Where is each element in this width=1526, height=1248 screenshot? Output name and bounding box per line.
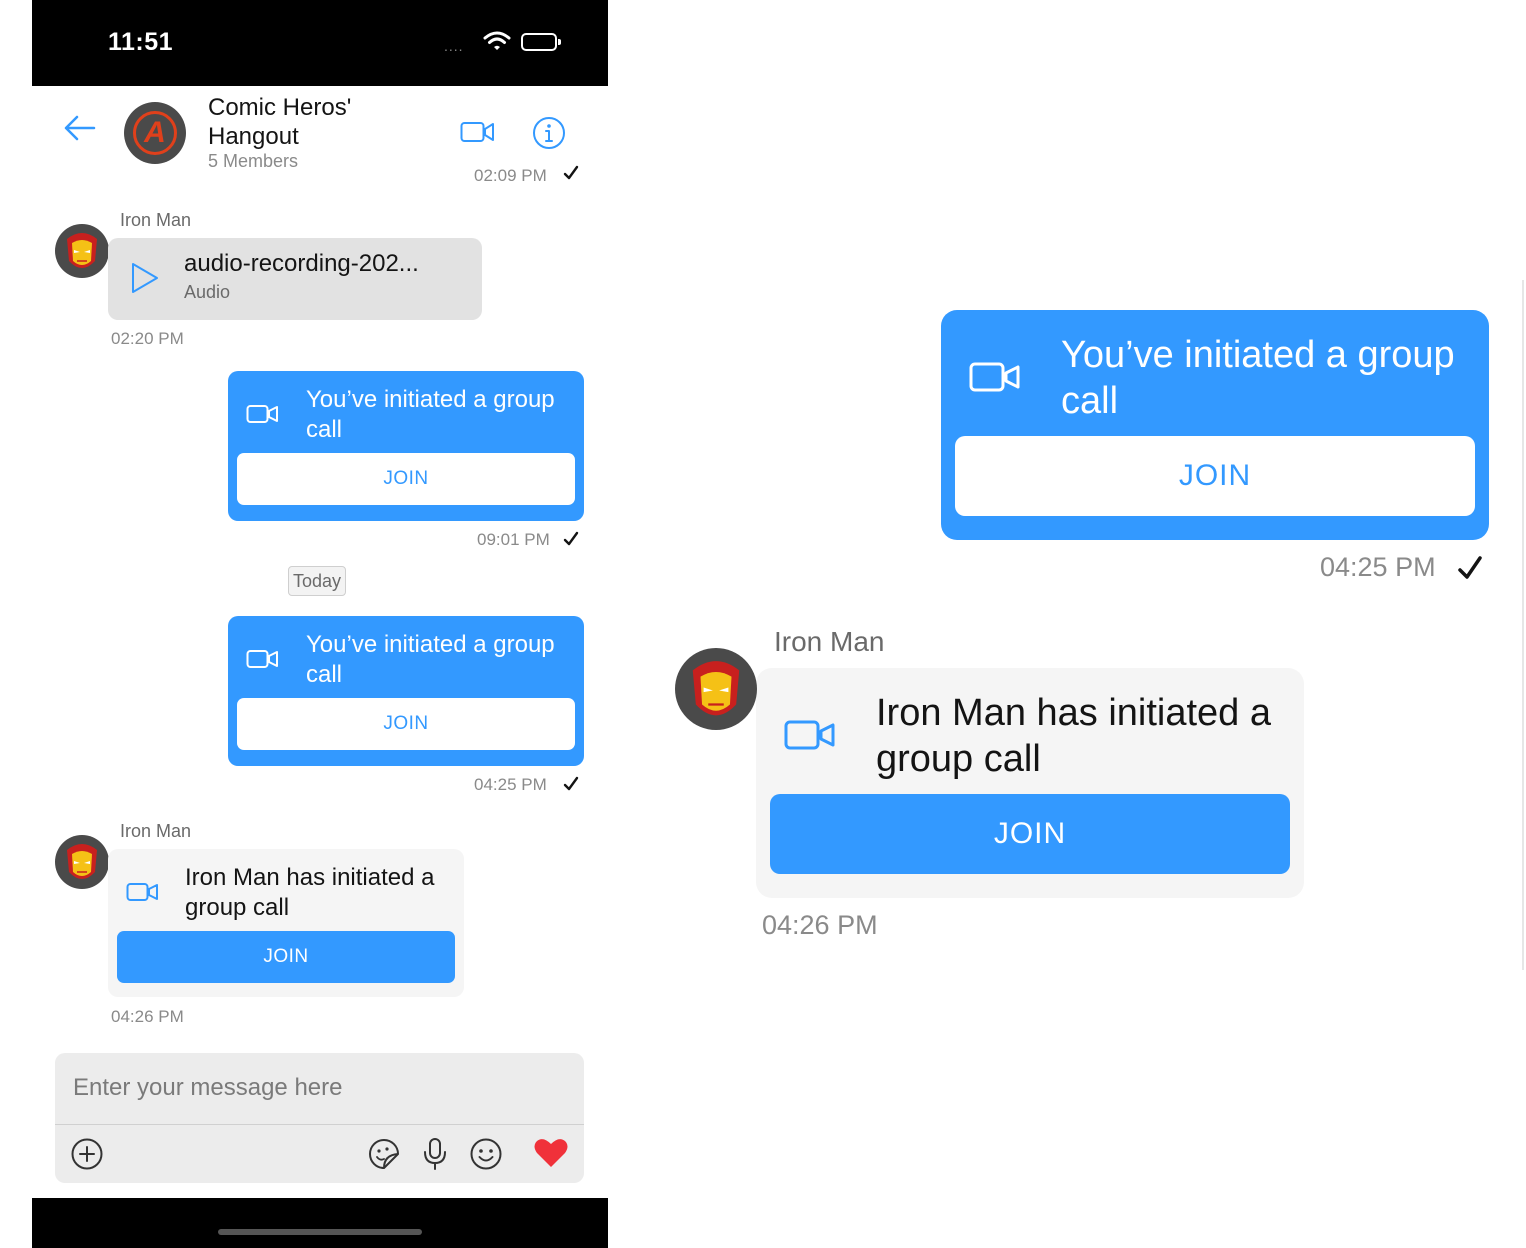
message-time: 04:26 PM [111,1007,184,1026]
video-call-icon[interactable] [460,120,496,149]
composer-divider [55,1124,584,1125]
panel-edge-divider [1522,280,1524,970]
join-call-button[interactable]: JOIN [117,931,455,983]
iron-man-mask-icon [692,661,740,716]
message-time: 04:25 PM [1320,552,1436,582]
call-message-text: You’ve initiated a group call [1061,334,1455,422]
home-indicator[interactable] [218,1229,422,1235]
incoming-call-bubble-zoomed: Iron Man has initiated a group call JOIN [756,668,1304,898]
message-time: 04:26 PM [762,910,878,940]
add-icon[interactable] [70,1137,104,1176]
home-indicator-bar [32,1198,608,1248]
zoomed-detail-panel: You’ve initiated a group call JOIN 04:25… [620,0,1526,1248]
message-time: 02:20 PM [111,329,184,348]
audio-message-bubble[interactable]: audio-recording-202... Audio [108,238,482,320]
sender-name: Iron Man [120,210,192,230]
audio-file-type: Audio [184,282,231,302]
date-separator: Today [288,566,347,596]
incoming-call-bubble: Iron Man has initiated a group call JOIN [108,849,464,997]
sender-name: Iron Man [120,821,192,841]
call-message-text: You’ve initiated a group call [306,386,555,443]
phone-screen: 11:51 .... A Comic Heros' Hangout 5 Memb… [32,0,608,1248]
group-avatar[interactable]: A [124,102,186,164]
info-icon[interactable] [532,116,566,155]
battery-icon [521,33,561,51]
video-call-icon [246,648,280,675]
join-call-button[interactable]: JOIN [770,794,1290,874]
message-time: 04:25 PM [474,775,547,794]
chat-header: A Comic Heros' Hangout 5 Members 02:09 P… [32,86,608,186]
heart-icon[interactable] [533,1137,569,1174]
emoji-icon[interactable] [469,1137,503,1176]
iron-man-mask-icon [67,233,97,268]
outgoing-call-bubble-zoomed: You’ve initiated a group call JOIN [941,310,1489,540]
iron-man-avatar[interactable] [55,224,109,278]
check-icon [1457,555,1483,586]
video-call-icon [246,403,280,430]
join-call-button[interactable]: JOIN [237,453,575,505]
iron-man-avatar[interactable] [55,835,109,889]
back-arrow-icon[interactable] [60,108,100,148]
join-call-button[interactable]: JOIN [237,698,575,750]
microphone-icon[interactable] [421,1137,449,1176]
video-call-icon [784,718,836,757]
call-message-text: Iron Man has initiated a group call [876,692,1272,780]
call-message-text: You’ve initiated a group call [306,631,555,688]
video-call-icon [969,360,1021,399]
wifi-icon [483,30,511,57]
message-input[interactable] [55,1053,584,1123]
status-bar: 11:51 .... [32,0,608,86]
check-icon [563,531,579,552]
outgoing-call-bubble: You’ve initiated a group call JOIN [228,371,584,521]
partial-timestamp: 02:09 PM [474,166,547,185]
check-icon [563,776,579,797]
play-icon[interactable] [126,260,162,301]
check-icon [563,165,579,186]
group-members-count: 5 Members [208,151,299,171]
signal-icon: .... [444,38,464,54]
sticker-icon[interactable] [367,1137,401,1176]
group-name: Comic Heros' Hangout [208,94,352,150]
message-composer [55,1053,584,1183]
iron-man-avatar[interactable] [675,648,757,730]
iron-man-mask-icon [67,844,97,879]
avengers-logo-icon: A [133,111,177,155]
message-time: 09:01 PM [477,530,550,549]
status-time: 11:51 [108,28,174,56]
call-message-text: Iron Man has initiated a group call [185,864,435,921]
sender-name: Iron Man [774,626,885,657]
join-call-button[interactable]: JOIN [955,436,1475,516]
video-call-icon [126,881,160,908]
outgoing-call-bubble: You’ve initiated a group call JOIN [228,616,584,766]
audio-file-name: audio-recording-202... [184,250,419,277]
